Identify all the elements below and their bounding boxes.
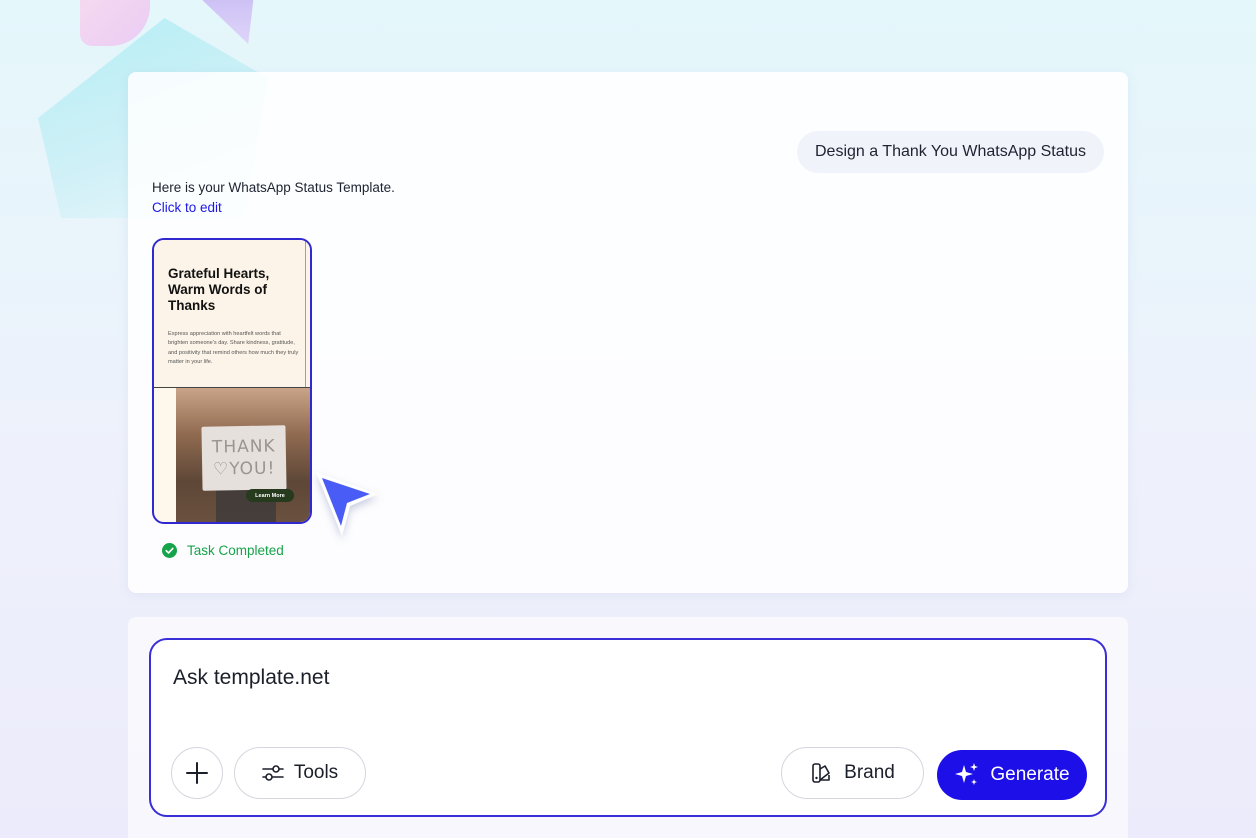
tools-label: Tools	[293, 762, 339, 783]
task-status: Task Completed	[162, 543, 284, 558]
learn-more-button: Learn More	[246, 489, 294, 502]
decor-violet-shape	[196, 0, 254, 44]
tools-button[interactable]: Tools	[234, 747, 366, 799]
template-preview-card[interactable]: Grateful Hearts, Warm Words of Thanks Ex…	[152, 238, 312, 524]
template-title: Grateful Hearts, Warm Words of Thanks	[168, 266, 270, 313]
brand-label: Brand	[844, 762, 895, 783]
brand-palette-icon	[812, 763, 830, 783]
assistant-reply-text: Here is your WhatsApp Status Template.	[152, 180, 395, 195]
generate-label: Generate	[990, 764, 1070, 785]
composer-box: Tools Brand Generate	[149, 638, 1107, 817]
thank-you-sign: THANK ♡YOU!	[201, 425, 287, 491]
template-card-header: Grateful Hearts, Warm Words of Thanks Ex…	[154, 240, 310, 388]
user-message-bubble: Design a Thank You WhatsApp Status	[797, 131, 1104, 173]
sliders-icon	[262, 765, 284, 781]
task-status-text: Task Completed	[187, 543, 284, 558]
chat-panel: Design a Thank You WhatsApp Status Here …	[128, 72, 1128, 593]
generate-button[interactable]: Generate	[937, 750, 1087, 800]
plus-icon	[186, 762, 208, 784]
pointer-cursor-icon	[316, 472, 378, 536]
check-circle-icon	[162, 543, 177, 558]
click-to-edit-link[interactable]: Click to edit	[152, 200, 222, 215]
sign-line-1: THANK	[211, 436, 276, 458]
add-attachment-button[interactable]	[171, 747, 223, 799]
prompt-input[interactable]	[171, 662, 1075, 694]
sign-line-2: ♡YOU!	[212, 458, 276, 480]
template-photo: THANK ♡YOU! Learn More	[176, 388, 310, 522]
sparkles-icon	[955, 763, 979, 785]
template-description: Express appreciation with heartfelt word…	[168, 331, 299, 366]
brand-button[interactable]: Brand	[781, 747, 924, 799]
user-message-text: Design a Thank You WhatsApp Status	[815, 143, 1086, 160]
composer-panel: Tools Brand Generate	[128, 617, 1128, 838]
